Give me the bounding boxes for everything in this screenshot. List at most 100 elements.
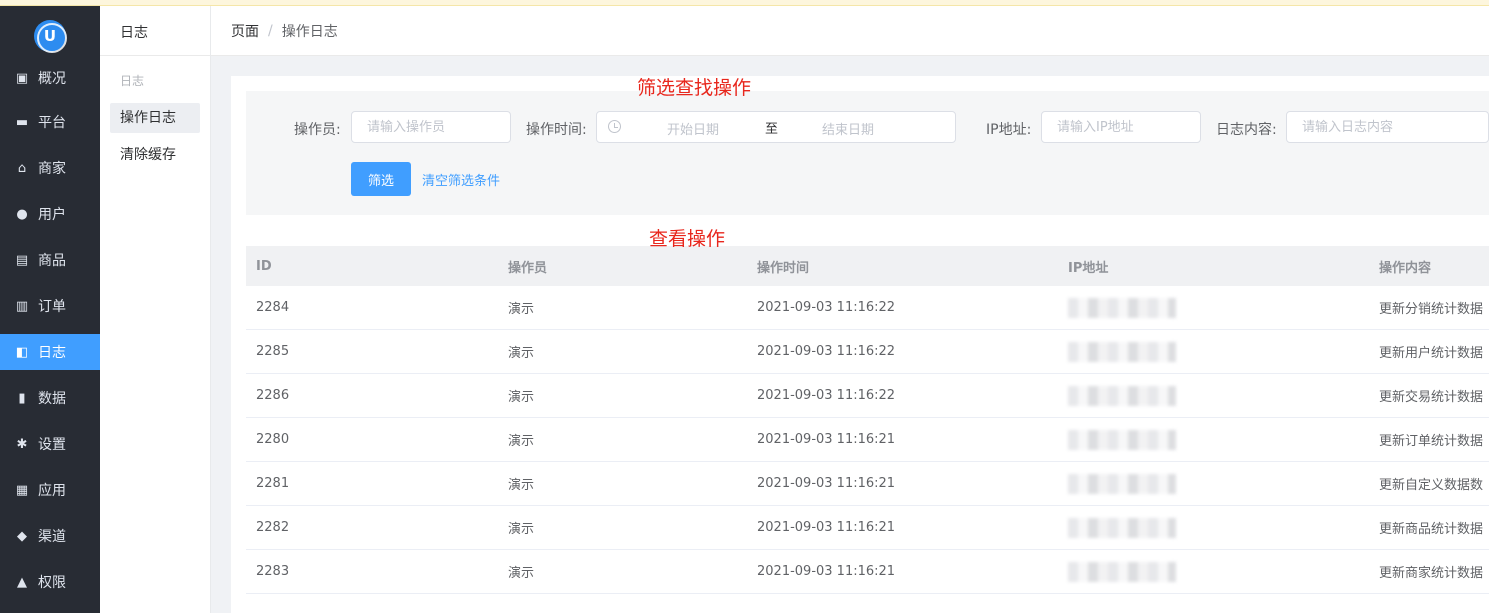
- user-icon: ●: [16, 206, 28, 222]
- submenu-group-label: 日志: [120, 74, 145, 88]
- table-row-partial: [246, 594, 1489, 613]
- main-content: 操作员: 操作时间: 开始日期 至 结束日期 IP地址: 日志内容: 筛选 清空…: [231, 76, 1489, 613]
- cell-operator: 演示: [508, 478, 535, 493]
- cell-id: 2281: [256, 476, 290, 491]
- sidebar-item-label: 应用: [38, 483, 66, 499]
- sidebar-item-label: 平台: [38, 115, 66, 131]
- sidebar-item-5[interactable]: ▥ 订单: [0, 288, 100, 324]
- cell-id: 2282: [256, 520, 290, 535]
- sidebar-item-6[interactable]: ◧ 日志: [0, 334, 100, 370]
- redacted-ip: [1068, 474, 1176, 494]
- breadcrumb: 页面 / 操作日志: [211, 6, 1489, 56]
- dashboard-icon: ▣: [15, 70, 29, 86]
- sidebar-item-3[interactable]: ● 用户: [0, 196, 100, 232]
- filter-panel: 操作员: 操作时间: 开始日期 至 结束日期 IP地址: 日志内容: 筛选 清空…: [246, 91, 1489, 215]
- table-row[interactable]: 2281 演示 2021-09-03 11:16:21 更新自定义数据数: [246, 462, 1489, 506]
- sidebar-item-10[interactable]: ◆ 渠道: [0, 518, 100, 554]
- cell-content: 更新商品统计数据: [1379, 522, 1484, 537]
- cell-operator: 演示: [508, 346, 535, 361]
- log-icon: ◧: [15, 344, 29, 360]
- table-row[interactable]: 2283 演示 2021-09-03 11:16:21 更新商家统计数据: [246, 550, 1489, 594]
- date-range-picker[interactable]: 开始日期 至 结束日期: [596, 111, 956, 143]
- cell-operator: 演示: [508, 566, 535, 581]
- sidebar-item-label: 概况: [38, 71, 66, 87]
- log-table: ID 操作员 操作时间 IP地址 操作内容 2284 演示 2021-09-03 1…: [246, 246, 1489, 613]
- sidebar-item-4[interactable]: ▤ 商品: [0, 242, 100, 278]
- cell-content: 更新商家统计数据: [1379, 566, 1484, 581]
- table-header: ID 操作员 操作时间 IP地址 操作内容: [246, 246, 1489, 286]
- store-icon: ⌂: [17, 160, 27, 176]
- sidebar-item-label: 设置: [38, 437, 66, 453]
- sidebar-item-label: 渠道: [38, 529, 66, 545]
- start-date-input[interactable]: 开始日期: [667, 119, 719, 138]
- redacted-ip: [1068, 386, 1176, 406]
- submenu-title: 日志: [120, 25, 148, 41]
- monitor-icon: ▬: [15, 114, 29, 130]
- cell-operator: 演示: [508, 390, 535, 405]
- operator-label: 操作员:: [294, 122, 341, 138]
- submenu-item-operation-log[interactable]: 操作日志: [110, 103, 200, 133]
- redacted-ip: [1068, 562, 1176, 582]
- app-logo[interactable]: U: [34, 20, 67, 53]
- apps-icon: ▦: [15, 482, 29, 498]
- cell-content: 更新订单统计数据: [1379, 434, 1484, 449]
- redacted-ip: [1068, 298, 1176, 318]
- cell-time: 2021-09-03 11:16:21: [757, 476, 896, 491]
- sidebar-item-label: 数据: [38, 391, 66, 407]
- redacted-ip: [1068, 518, 1176, 538]
- cell-operator: 演示: [508, 434, 535, 449]
- breadcrumb-root[interactable]: 页面: [231, 21, 259, 41]
- cell-content: 更新自定义数据数: [1379, 478, 1484, 493]
- sidebar-item-label: 用户: [38, 207, 66, 223]
- sidebar-item-1[interactable]: ▬ 平台: [0, 104, 100, 140]
- cell-time: 2021-09-03 11:16:21: [757, 564, 896, 579]
- header-time: 操作时间: [757, 260, 810, 276]
- time-label: 操作时间:: [526, 122, 587, 138]
- cell-time: 2021-09-03 11:16:21: [757, 432, 896, 447]
- cell-id: 2283: [256, 564, 290, 579]
- end-date-input[interactable]: 结束日期: [822, 119, 874, 138]
- breadcrumb-current: 操作日志: [281, 23, 338, 40]
- annotation-view: 查看操作: [649, 228, 726, 250]
- cell-operator: 演示: [508, 302, 535, 317]
- cell-id: 2284: [256, 300, 290, 315]
- content-input[interactable]: [1286, 111, 1489, 143]
- sidebar-item-0[interactable]: ▣ 概况: [0, 60, 100, 96]
- table-row[interactable]: 2284 演示 2021-09-03 11:16:22 更新分销统计数据: [246, 286, 1489, 330]
- header-ip: IP地址: [1068, 260, 1109, 276]
- main-sidebar: U ▣ 概况 ▬ 平台 ⌂ 商家 ● 用户 ▤ 商品 ▥ 订单 ◧ 日志 ▮ 数据 ✱ 设置 ▦ 应用 ◆ 渠道 ▲ 权限: [0, 6, 100, 613]
- sidebar-item-2[interactable]: ⌂ 商家: [0, 150, 100, 186]
- ip-input[interactable]: [1041, 111, 1201, 143]
- cell-time: 2021-09-03 11:16:21: [757, 520, 896, 535]
- cell-id: 2286: [256, 388, 290, 403]
- cell-content: 更新用户统计数据: [1379, 346, 1484, 361]
- table-row[interactable]: 2285 演示 2021-09-03 11:16:22 更新用户统计数据: [246, 330, 1489, 374]
- cell-id: 2285: [256, 344, 290, 359]
- cell-content: 更新交易统计数据: [1379, 390, 1484, 405]
- sidebar-item-label: 权限: [38, 575, 66, 591]
- table-row[interactable]: 2280 演示 2021-09-03 11:16:21 更新订单统计数据: [246, 418, 1489, 462]
- submenu-item-clear-cache[interactable]: 清除缓存: [110, 140, 200, 170]
- sidebar-item-11[interactable]: ▲ 权限: [0, 564, 100, 600]
- sidebar-item-8[interactable]: ✱ 设置: [0, 426, 100, 462]
- sub-menu: 日志 日志 操作日志 清除缓存: [100, 6, 211, 613]
- order-icon: ▥: [15, 298, 29, 314]
- lock-icon: ▲: [17, 574, 27, 590]
- filter-button[interactable]: 筛选: [351, 162, 411, 196]
- header-id: ID: [256, 258, 272, 274]
- operator-input[interactable]: [351, 111, 511, 143]
- cell-time: 2021-09-03 11:16:22: [757, 344, 896, 359]
- table-row[interactable]: 2282 演示 2021-09-03 11:16:21 更新商品统计数据: [246, 506, 1489, 550]
- clear-filters-link[interactable]: 清空筛选条件: [422, 170, 500, 189]
- sidebar-item-7[interactable]: ▮ 数据: [0, 380, 100, 416]
- cell-time: 2021-09-03 11:16:22: [757, 388, 896, 403]
- sidebar-item-9[interactable]: ▦ 应用: [0, 472, 100, 508]
- sidebar-item-label: 商家: [38, 161, 66, 177]
- cell-content: 更新分销统计数据: [1379, 302, 1484, 317]
- header-operator: 操作员: [508, 260, 548, 276]
- redacted-ip: [1068, 430, 1176, 450]
- table-row[interactable]: 2286 演示 2021-09-03 11:16:22 更新交易统计数据: [246, 374, 1489, 418]
- sidebar-item-label: 订单: [38, 299, 66, 315]
- annotation-filter: 筛选查找操作: [637, 77, 752, 99]
- chart-icon: ▮: [18, 390, 26, 406]
